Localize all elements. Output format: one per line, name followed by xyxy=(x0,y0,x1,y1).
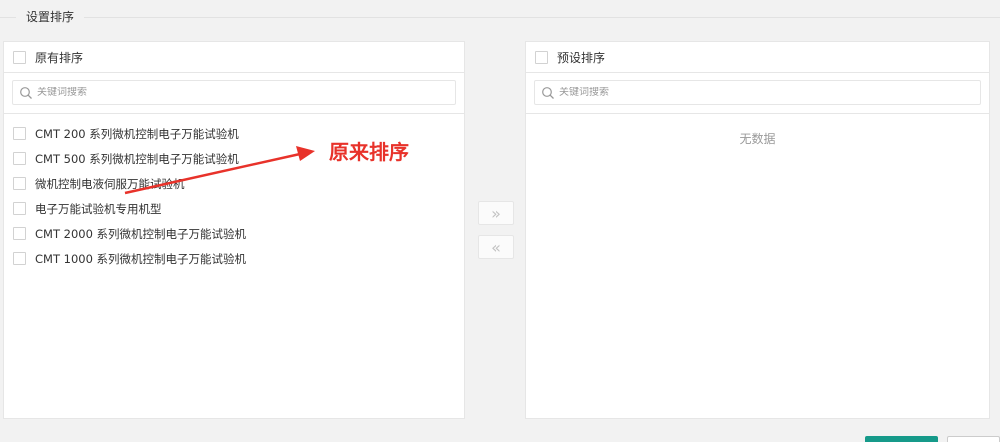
list-item[interactable]: 微机控制电液伺服万能试验机 xyxy=(4,171,464,196)
target-panel-title: 预设排序 xyxy=(557,50,606,65)
item-label: CMT 2000 系列微机控制电子万能试验机 xyxy=(35,226,247,241)
target-transfer-panel: 预设排序 无数据 xyxy=(525,41,990,419)
item-label: 电子万能试验机专用机型 xyxy=(35,201,162,216)
annotation-label: 原来排序 xyxy=(329,140,409,164)
cancel-button[interactable] xyxy=(947,436,1000,442)
fieldset-legend: 设置排序 xyxy=(26,10,75,24)
target-search-input[interactable] xyxy=(559,87,939,98)
source-select-all-checkbox[interactable] xyxy=(13,50,26,64)
item-checkbox[interactable] xyxy=(13,227,26,240)
fieldset-line-left xyxy=(0,17,16,18)
search-icon xyxy=(20,86,32,99)
confirm-button[interactable] xyxy=(865,436,938,442)
item-checkbox[interactable] xyxy=(13,202,26,215)
target-search-box[interactable] xyxy=(534,80,981,105)
transfer-to-left-button[interactable]: « xyxy=(478,235,514,259)
source-search-wrap xyxy=(4,73,464,114)
empty-state-text: 无数据 xyxy=(739,132,776,146)
source-panel-header: 原有排序 xyxy=(4,42,464,73)
source-panel-title: 原有排序 xyxy=(35,50,84,65)
target-select-all-checkbox[interactable] xyxy=(535,50,548,64)
source-item-list: CMT 200 系列微机控制电子万能试验机 CMT 500 系列微机控制电子万能… xyxy=(4,114,464,271)
fieldset-line-right xyxy=(84,17,1000,18)
item-checkbox[interactable] xyxy=(13,252,26,265)
source-search-input[interactable] xyxy=(37,87,417,98)
target-search-wrap xyxy=(526,73,989,114)
target-panel-header: 预设排序 xyxy=(526,42,989,73)
item-label: 微机控制电液伺服万能试验机 xyxy=(35,176,185,191)
source-search-box[interactable] xyxy=(12,80,456,105)
list-item[interactable]: CMT 2000 系列微机控制电子万能试验机 xyxy=(4,221,464,246)
transfer-to-right-button[interactable]: » xyxy=(478,201,514,225)
item-checkbox[interactable] xyxy=(13,152,26,165)
list-item[interactable]: 电子万能试验机专用机型 xyxy=(4,196,464,221)
item-label: CMT 1000 系列微机控制电子万能试验机 xyxy=(35,251,247,266)
item-checkbox[interactable] xyxy=(13,127,26,140)
item-label: CMT 500 系列微机控制电子万能试验机 xyxy=(35,151,239,166)
item-label: CMT 200 系列微机控制电子万能试验机 xyxy=(35,126,239,141)
item-checkbox[interactable] xyxy=(13,177,26,190)
source-transfer-panel: 原有排序 CMT 200 系列微机控制电子万能试验机 CMT 500 系列微机控… xyxy=(3,41,465,419)
list-item[interactable]: CMT 1000 系列微机控制电子万能试验机 xyxy=(4,246,464,271)
search-icon xyxy=(542,86,554,99)
